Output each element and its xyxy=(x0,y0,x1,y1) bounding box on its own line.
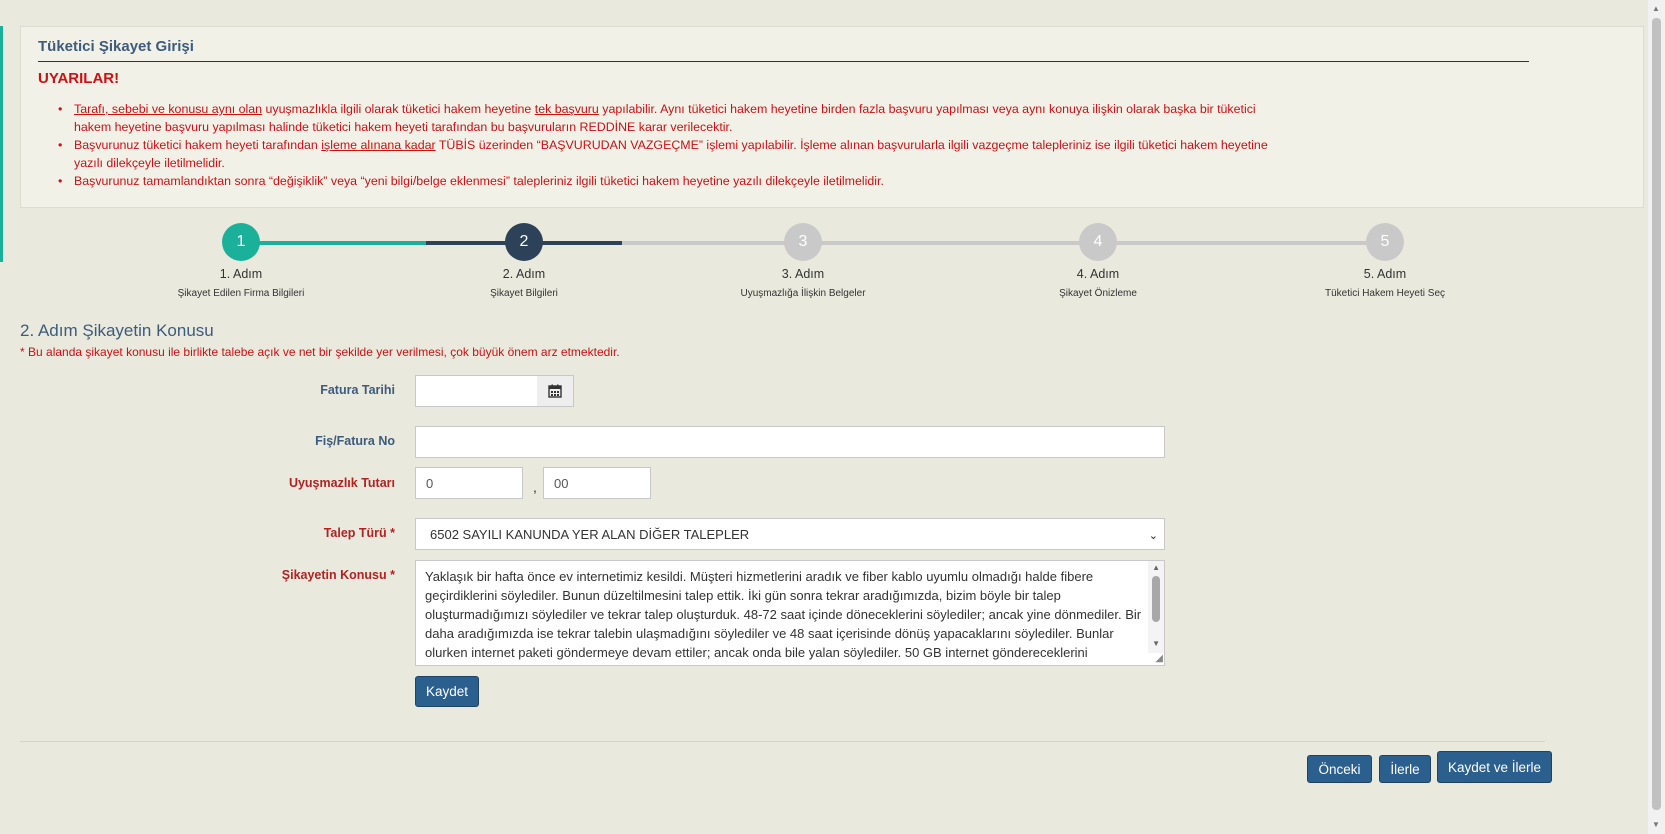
step-3-title: 3. Adım xyxy=(781,267,825,281)
warnings-panel: Tüketici Şikayet Girişi UYARILAR! Tarafı… xyxy=(20,26,1644,208)
calendar-button[interactable] xyxy=(537,375,574,407)
invoice-date-input[interactable] xyxy=(415,375,538,407)
warning-underlined-text: Tarafı, sebebi ve konusu aynı olan xyxy=(74,102,263,116)
warning-item-3: Başvurunuz tamamlandıktan sonra “değişik… xyxy=(58,172,1274,190)
resize-handle-icon[interactable]: ◢ xyxy=(1155,653,1163,664)
warning-underlined-text: işleme alınana kadar xyxy=(321,138,436,152)
step-5-circle: 5 xyxy=(1366,223,1404,261)
receipt-no-label: Fiş/Fatura No xyxy=(315,434,395,448)
dispute-amount-fraction-input[interactable]: 00 xyxy=(543,467,651,499)
scroll-down-icon[interactable]: ▼ xyxy=(1652,820,1660,829)
step-5-subtitle: Tüketici Hakem Heyeti Seç xyxy=(1324,288,1446,299)
warning-underlined-text: tek başvuru xyxy=(534,102,599,116)
step-1-circle[interactable]: 1 xyxy=(222,223,260,261)
panel-title: Tüketici Şikayet Girişi xyxy=(38,38,194,55)
progress-stepper: 1 2 3 4 5 1. Adım 2. Adım 3. Adım 4. Adı… xyxy=(0,222,1665,312)
step-4-circle: 4 xyxy=(1079,223,1117,261)
warning-item-1: Tarafı, sebebi ve konusu aynı olan uyuşm… xyxy=(58,100,1274,136)
dispute-amount-label: Uyuşmazlık Tutarı xyxy=(288,476,395,490)
textarea-scrollbar[interactable]: ▲ ▼ xyxy=(1148,561,1164,653)
stepper-track-todo xyxy=(622,241,1385,245)
step-3-circle: 3 xyxy=(784,223,822,261)
warning-text: Başvurunuz tüketici hakem heyeti tarafın… xyxy=(74,138,322,152)
request-type-select[interactable]: 6502 SAYILI KANUNDA YER ALAN DİĞER TALEP… xyxy=(415,518,1165,550)
step-5-title: 5. Adım xyxy=(1363,267,1407,281)
step-2-subtitle: Şikayet Bilgileri xyxy=(490,288,558,299)
stepper-track-done xyxy=(241,241,426,245)
request-type-label: Talep Türü * xyxy=(323,526,395,540)
chevron-down-icon: ⌄ xyxy=(1148,530,1158,542)
invoice-date-label: Fatura Tarihi xyxy=(320,383,395,397)
next-button[interactable]: İlerle xyxy=(1379,755,1431,783)
complaint-subject-text: Yaklaşık bir hafta önce ev internetimiz … xyxy=(425,569,1142,660)
section-note: * Bu alanda şikayet konusu ile birlikte … xyxy=(20,345,620,359)
complaint-subject-label: Şikayetin Konusu * xyxy=(281,568,395,582)
warnings-heading: UYARILAR! xyxy=(38,70,120,87)
section-title: 2. Adım Şikayetin Konusu xyxy=(20,321,214,340)
step-4-subtitle: Şikayet Önizleme xyxy=(1059,288,1137,299)
calendar-icon xyxy=(548,384,562,398)
warning-text: Başvurunuz tamamlandıktan sonra “değişik… xyxy=(74,174,884,188)
complaint-subject-textarea[interactable]: Yaklaşık bir hafta önce ev internetimiz … xyxy=(415,560,1165,666)
previous-button[interactable]: Önceki xyxy=(1307,755,1372,783)
decimal-separator: , xyxy=(533,479,537,495)
warning-text: uyuşmazlıkla ilgili olarak tüketici hake… xyxy=(262,102,535,116)
footer-divider xyxy=(20,741,1545,742)
dispute-amount-whole-input[interactable]: 0 xyxy=(415,467,523,499)
step-1-title: 1. Adım xyxy=(219,267,263,281)
warnings-list: Tarafı, sebebi ve konusu aynı olan uyuşm… xyxy=(58,100,1274,190)
page-scroll-thumb[interactable] xyxy=(1652,18,1661,810)
page-scrollbar[interactable]: ▲ ▼ xyxy=(1648,0,1665,834)
step-3-subtitle: Uyuşmazlığa İlişkin Belgeler xyxy=(740,288,866,299)
panel-divider xyxy=(38,61,1529,62)
scroll-up-icon[interactable]: ▲ xyxy=(1152,563,1160,572)
step-2-title: 2. Adım xyxy=(502,267,546,281)
save-button[interactable]: Kaydet xyxy=(415,676,479,707)
save-and-next-button[interactable]: Kaydet ve İlerle xyxy=(1437,751,1552,783)
textarea-scroll-thumb[interactable] xyxy=(1152,576,1160,622)
warning-item-2: Başvurunuz tüketici hakem heyeti tarafın… xyxy=(58,136,1274,172)
step-2-circle[interactable]: 2 xyxy=(505,223,543,261)
scroll-up-icon[interactable]: ▲ xyxy=(1652,4,1660,13)
receipt-no-input[interactable] xyxy=(415,426,1165,458)
scroll-down-icon[interactable]: ▼ xyxy=(1152,639,1160,648)
step-4-title: 4. Adım xyxy=(1076,267,1120,281)
step-1-subtitle: Şikayet Edilen Firma Bilgileri xyxy=(177,288,305,299)
request-type-selected: 6502 SAYILI KANUNDA YER ALAN DİĞER TALEP… xyxy=(430,526,750,542)
